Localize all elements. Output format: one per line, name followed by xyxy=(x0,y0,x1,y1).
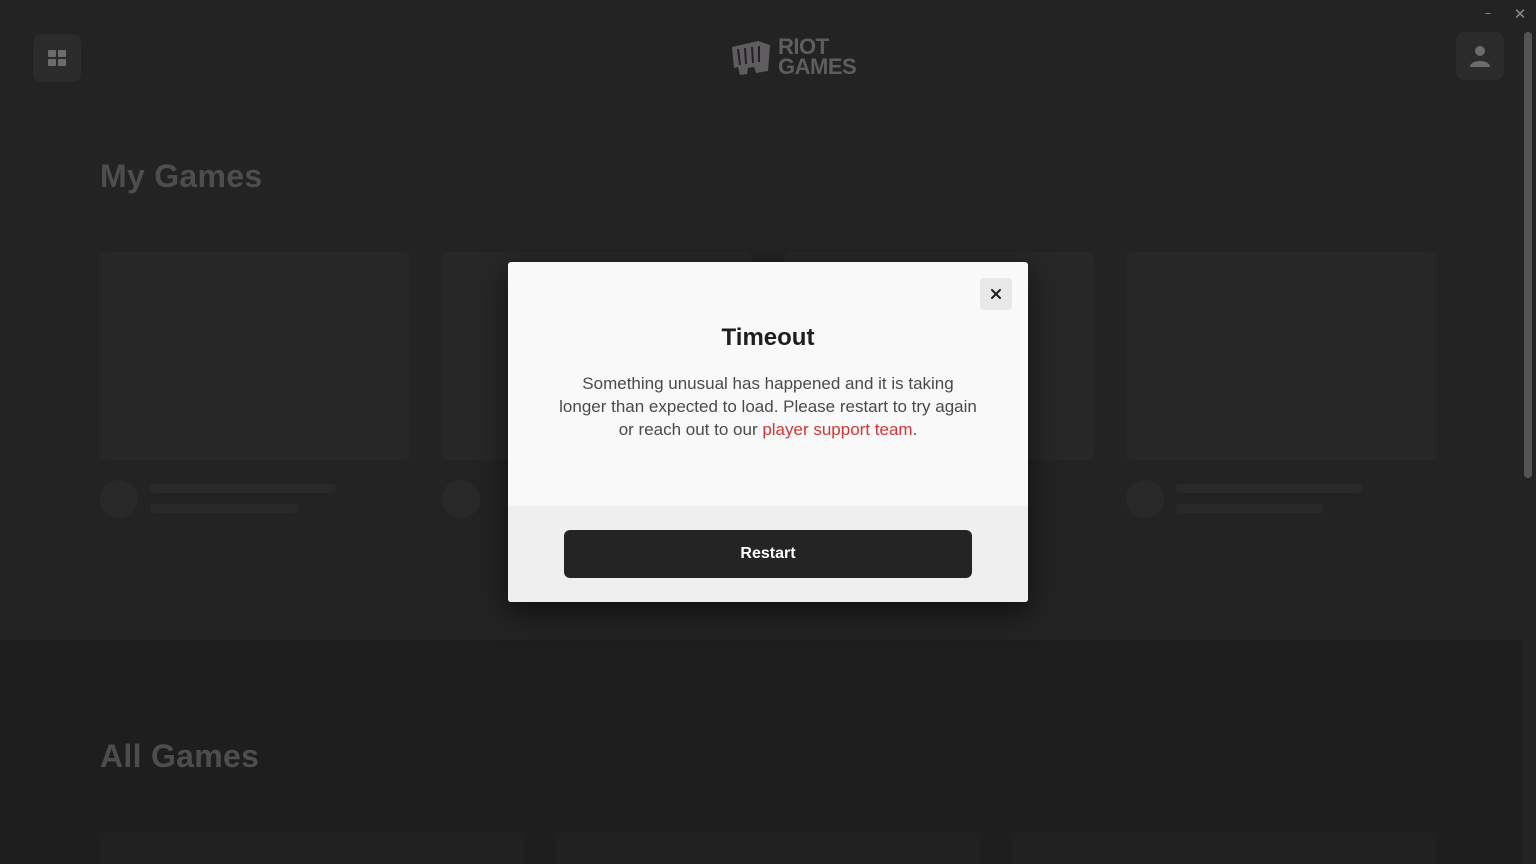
dialog-title: Timeout xyxy=(721,324,815,351)
dialog-close-button[interactable] xyxy=(980,278,1012,310)
dialog-message-end: . xyxy=(912,420,918,439)
launcher-window: – ✕ RIOT GAMES My Games All Games Timeou… xyxy=(0,0,1536,864)
restart-button[interactable]: Restart xyxy=(564,530,972,578)
dialog-footer: Restart xyxy=(508,506,1028,602)
timeout-dialog: Timeout Something unusual has happened a… xyxy=(508,262,1028,602)
close-icon xyxy=(991,289,1001,299)
dialog-message: Something unusual has happened and it is… xyxy=(558,372,978,441)
player-support-link[interactable]: player support team xyxy=(762,420,912,439)
